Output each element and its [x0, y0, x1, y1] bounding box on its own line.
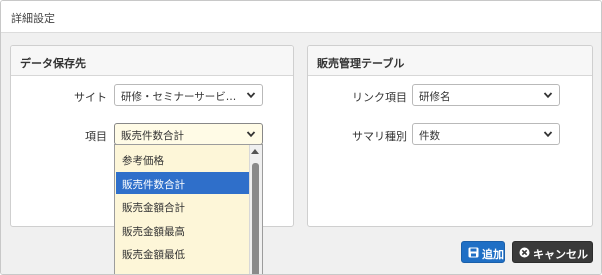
dropdown-option[interactable]: 販売金額合計	[116, 195, 249, 217]
dialog-header: 詳細設定	[1, 1, 601, 33]
site-select[interactable]: 研修・セミナーサービス…	[114, 84, 263, 106]
link-field-value: 研修名	[419, 91, 451, 103]
save-icon	[468, 247, 479, 258]
dropdown-scrollbar[interactable]	[249, 145, 262, 274]
cancel-button-label: キャンセル	[533, 248, 588, 261]
item-select-value: 販売件数合計	[121, 130, 184, 142]
dropdown-option[interactable]: 販売金額最高	[116, 219, 249, 241]
cancel-button[interactable]: キャンセル	[512, 241, 593, 263]
add-button-label: 追加	[482, 248, 504, 261]
chevron-down-icon	[543, 131, 553, 138]
chevron-down-icon	[246, 131, 256, 138]
scrollbar-thumb[interactable]	[252, 163, 259, 274]
item-label: 項目	[85, 130, 107, 143]
link-field-label: リンク項目	[352, 91, 407, 104]
data-destination-heading: データ保存先	[11, 46, 293, 76]
summary-type-value: 件数	[419, 130, 440, 142]
dialog-title: 詳細設定	[11, 12, 55, 25]
scroll-up-arrow-icon[interactable]	[251, 149, 259, 154]
chevron-down-icon	[543, 92, 553, 99]
sales-management-heading: 販売管理テーブル	[308, 46, 592, 76]
item-dropdown-list[interactable]: 参考価格 販売件数合計 販売金額合計 販売金額最高 販売金額最低	[114, 144, 263, 274]
dropdown-option[interactable]: 販売件数合計	[116, 171, 249, 194]
chevron-down-icon	[246, 92, 256, 99]
dropdown-option[interactable]: 販売金額最低	[116, 242, 249, 264]
summary-type-select[interactable]: 件数	[412, 123, 560, 145]
cancel-icon	[519, 247, 530, 258]
item-select[interactable]: 販売件数合計	[114, 123, 263, 145]
site-select-value: 研修・セミナーサービス…	[121, 91, 247, 103]
dropdown-option[interactable]: 参考価格	[116, 148, 249, 170]
summary-type-label: サマリ種別	[352, 130, 407, 143]
settings-dialog: 詳細設定 データ保存先 サイト 研修・セミナーサービス… 項目 販売件数合計 販…	[0, 0, 602, 275]
add-button[interactable]: 追加	[461, 241, 505, 263]
site-label: サイト	[74, 91, 107, 104]
link-field-select[interactable]: 研修名	[412, 84, 560, 106]
